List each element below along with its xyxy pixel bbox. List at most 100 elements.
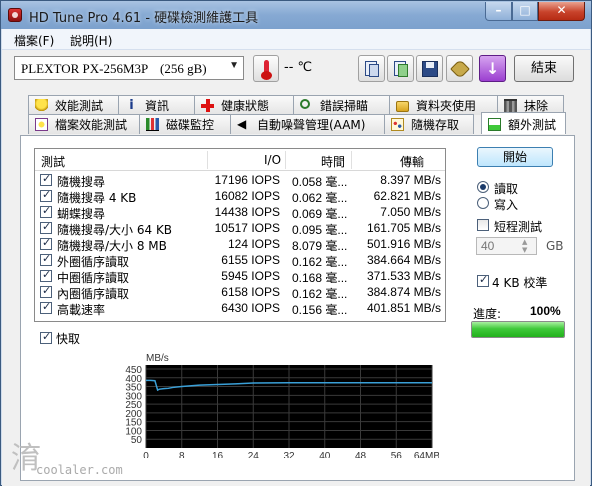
magnifier-icon xyxy=(300,99,310,109)
row-io: 6430 IOPS xyxy=(221,301,280,315)
gb-unit-label: GB xyxy=(546,239,564,253)
options-icon[interactable] xyxy=(446,55,473,82)
drive-name: PLEXTOR PX-256M3P xyxy=(21,61,149,76)
progress-label: 進度: xyxy=(473,307,502,321)
table-row[interactable]: 外圈循序讀取6155 IOPS0.162 毫...384.664 MB/s xyxy=(35,252,445,269)
x-tick-label: 24 xyxy=(248,451,260,458)
row-io: 16082 IOPS xyxy=(214,189,280,203)
table-row[interactable]: 蝴蝶搜尋14438 IOPS0.069 毫...7.050 MB/s xyxy=(35,204,445,221)
row-io: 17196 IOPS xyxy=(214,173,280,187)
verify-4kb-label: 4 KB 校準 xyxy=(492,276,548,290)
x-tick-label: 56 xyxy=(391,451,403,458)
copy-text-icon[interactable] xyxy=(358,55,385,82)
x-tick-label: 48 xyxy=(355,451,367,458)
row-speed: 384.664 MB/s xyxy=(366,253,441,267)
x-tick-label: 64MB xyxy=(414,451,439,458)
header-speed: 傳輸 xyxy=(400,155,425,169)
row-speed: 501.916 MB/s xyxy=(366,237,441,251)
minimize-button[interactable]: – xyxy=(485,2,512,21)
tab-extra-tests[interactable]: 額外測試 xyxy=(481,112,566,134)
copy-screenshot-icon[interactable] xyxy=(387,55,414,82)
row-speed: 62.821 MB/s xyxy=(373,189,441,203)
thermometer-icon[interactable] xyxy=(253,55,279,82)
tab-file-benchmark[interactable]: 檔案效能測試 xyxy=(28,114,140,134)
progress-percent: 100% xyxy=(530,304,561,318)
row-checkbox[interactable] xyxy=(40,252,52,266)
chevron-down-icon: ▼ xyxy=(229,60,239,71)
app-window: HD Tune Pro 4.61 - 硬碟檢測維護工具 – □ ✕ 檔案(F) … xyxy=(0,0,592,486)
menu-file[interactable]: 檔案(F) xyxy=(14,32,54,49)
row-checkbox[interactable] xyxy=(40,236,52,250)
row-test-name: 高載速率 xyxy=(57,303,106,317)
row-checkbox[interactable] xyxy=(40,204,52,218)
scatter-icon xyxy=(391,118,404,131)
x-tick-label: 8 xyxy=(179,451,185,458)
table-row[interactable]: 隨機搜尋/大小 64 KB10517 IOPS0.095 毫...161.705… xyxy=(35,220,445,237)
header-test: 測試 xyxy=(41,155,66,169)
row-io: 124 IOPS xyxy=(227,237,280,251)
title-bar[interactable]: HD Tune Pro 4.61 - 硬碟檢測維護工具 – □ ✕ xyxy=(1,1,591,29)
spinner-arrows-icon[interactable]: ▲ ▼ xyxy=(519,238,535,254)
table-row[interactable]: 隨機搜尋 4 KB16082 IOPS0.062 毫...62.821 MB/s xyxy=(35,188,445,205)
speaker-icon: ◀ xyxy=(237,117,247,131)
table-row[interactable]: 隨機搜尋17196 IOPS0.058 毫...8.397 MB/s xyxy=(35,172,445,189)
header-time: 時間 xyxy=(321,155,346,169)
write-label: 寫入 xyxy=(494,198,519,212)
progress-fill xyxy=(472,322,564,337)
short-test-checkbox[interactable] xyxy=(477,219,489,231)
red-cross-icon xyxy=(201,99,214,112)
tab-random-access[interactable]: 隨機存取 xyxy=(384,114,474,134)
row-time: 0.156 毫... xyxy=(292,303,348,317)
x-tick-label: 32 xyxy=(283,451,295,458)
temperature-readout: -- ℃ xyxy=(284,60,313,75)
row-io: 6155 IOPS xyxy=(221,253,280,267)
verify-4kb-checkbox[interactable] xyxy=(477,273,489,287)
results-table: 測試 I/O 時間 傳輸 隨機搜尋17196 IOPS0.058 毫...8.3… xyxy=(34,148,446,322)
table-row[interactable]: 中圈循序讀取5945 IOPS0.168 毫...371.533 MB/s xyxy=(35,268,445,285)
info-icon: i xyxy=(129,98,134,113)
tab-health[interactable]: 健康狀態 xyxy=(194,95,294,115)
tab-info[interactable]: i 資訊 xyxy=(118,95,195,115)
cache-label: 快取 xyxy=(56,332,81,346)
short-test-label: 短程測試 xyxy=(494,220,543,234)
row-checkbox[interactable] xyxy=(40,188,52,202)
transfer-chart: 450400350300250200150100500 8 16 24 32 40 48 56… xyxy=(125,353,439,458)
menu-help[interactable]: 說明(H) xyxy=(70,32,112,49)
row-checkbox[interactable] xyxy=(40,172,52,186)
row-checkbox[interactable] xyxy=(40,300,52,314)
row-io: 14438 IOPS xyxy=(214,205,280,219)
drive-size: (256 gB) xyxy=(160,61,207,76)
tab-error-scan[interactable]: 錯誤掃瞄 xyxy=(293,95,390,115)
cache-checkbox[interactable] xyxy=(40,330,52,344)
tab-disk-monitor[interactable]: 磁碟監控 xyxy=(139,114,231,134)
results-header: 測試 I/O 時間 傳輸 xyxy=(35,149,445,171)
read-label: 讀取 xyxy=(494,182,519,196)
lightbulb-icon xyxy=(35,99,48,112)
x-tick-label: 16 xyxy=(212,451,224,458)
download-icon[interactable]: ↓ xyxy=(479,55,506,82)
save-icon[interactable] xyxy=(416,55,443,82)
row-checkbox[interactable] xyxy=(40,284,52,298)
drive-select[interactable]: PLEXTOR PX-256M3P (256 gB) ▼ xyxy=(14,56,244,80)
row-checkbox[interactable] xyxy=(40,268,52,282)
row-speed: 401.851 MB/s xyxy=(366,301,441,315)
exit-button[interactable]: 結束 xyxy=(514,55,574,82)
row-checkbox[interactable] xyxy=(40,220,52,234)
tab-benchmark[interactable]: 效能測試 xyxy=(28,95,119,115)
green-chart-icon xyxy=(488,118,501,131)
row-speed: 7.050 MB/s xyxy=(380,205,441,219)
maximize-button[interactable]: □ xyxy=(512,2,538,21)
table-row[interactable]: 內圈循序讀取6158 IOPS0.162 毫...384.874 MB/s xyxy=(35,284,445,301)
tab-aam[interactable]: ◀ 自動噪聲管理(AAM) xyxy=(230,114,385,134)
trash-icon xyxy=(504,99,517,112)
row-speed: 384.874 MB/s xyxy=(366,285,441,299)
close-button[interactable]: ✕ xyxy=(538,2,585,21)
table-row[interactable]: 高載速率 6430 IOPS 0.156 毫... 401.851 MB/s xyxy=(35,300,445,317)
table-row[interactable]: 隨機搜尋/大小 8 MB124 IOPS8.079 毫...501.916 MB… xyxy=(35,236,445,253)
folder-icon xyxy=(396,101,409,112)
row-io: 5945 IOPS xyxy=(221,269,280,283)
read-radio[interactable] xyxy=(477,181,489,193)
write-radio[interactable] xyxy=(477,197,489,209)
start-button[interactable]: 開始 xyxy=(477,147,553,167)
row-io: 10517 IOPS xyxy=(214,221,280,235)
